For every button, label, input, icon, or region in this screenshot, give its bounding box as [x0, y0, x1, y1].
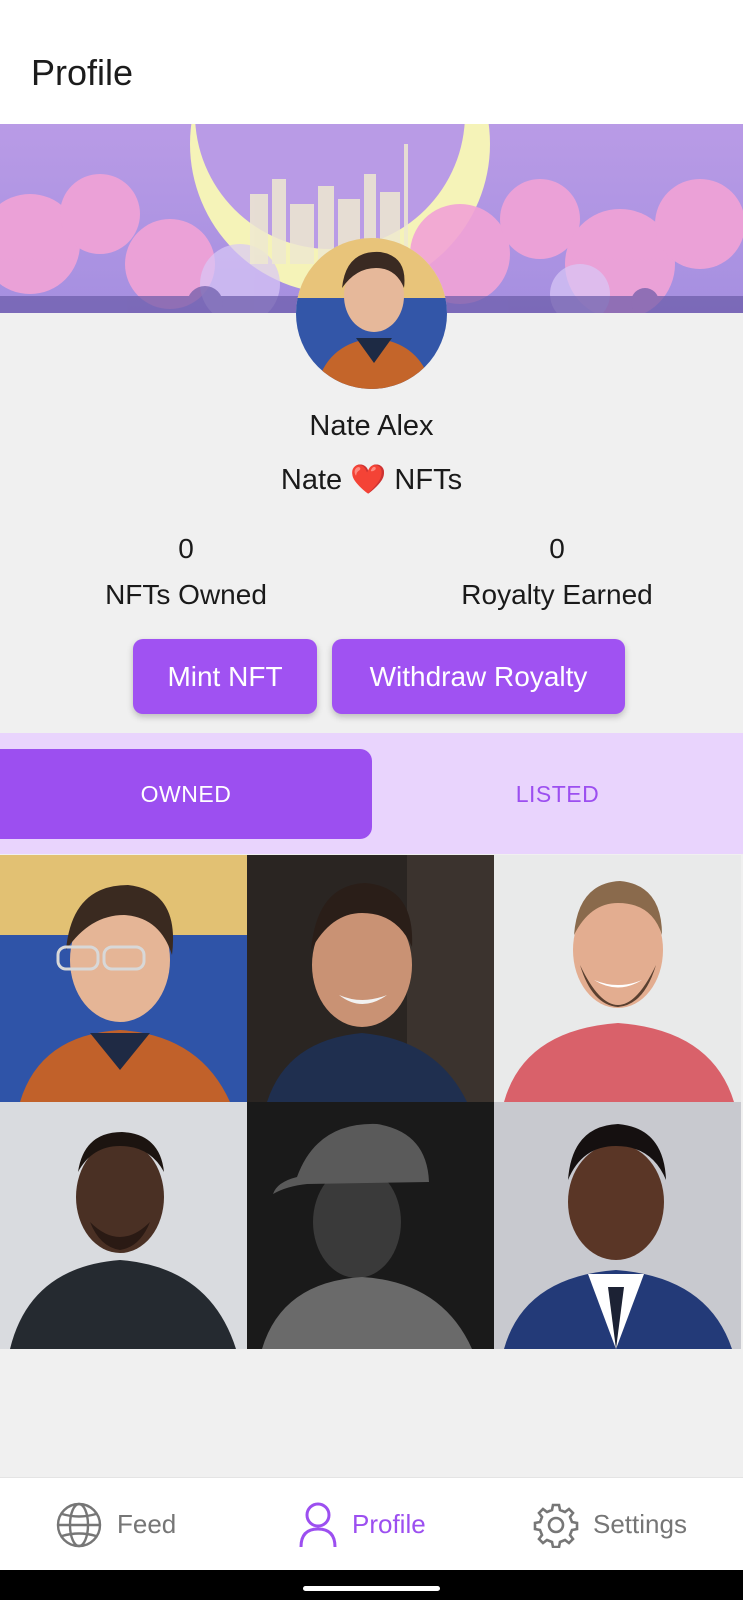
withdraw-royalty-button[interactable]: Withdraw Royalty — [332, 639, 625, 714]
profile-bio: Nate ❤️ NFTs — [0, 463, 743, 497]
page-title: Profile — [31, 52, 134, 93]
nft-grid-item[interactable] — [0, 855, 247, 1102]
bio-text-prefix: Nate — [280, 464, 343, 496]
system-navigation-bar — [0, 1570, 743, 1600]
stat-label: Royalty Earned — [461, 579, 653, 610]
nft-grid-item[interactable] — [494, 1102, 741, 1349]
mint-nft-button[interactable]: Mint NFT — [133, 639, 317, 714]
nav-label: Feed — [117, 1509, 177, 1539]
nft-grid-item[interactable] — [0, 1102, 247, 1349]
nav-label: Profile — [352, 1509, 426, 1539]
app-bar: Profile — [0, 0, 743, 124]
heart-icon: ❤️ — [350, 464, 387, 496]
nft-grid — [0, 855, 743, 1349]
person-icon — [299, 1502, 337, 1547]
nav-item-settings[interactable]: Settings — [533, 1478, 687, 1571]
stat-label: NFTs Owned — [105, 579, 267, 610]
gear-icon — [533, 1503, 579, 1548]
nft-tabs: OWNED LISTED — [0, 733, 743, 854]
bio-text-suffix: NFTs — [394, 464, 463, 496]
tab-owned[interactable]: OWNED — [0, 749, 372, 839]
nft-grid-item[interactable] — [494, 855, 741, 1102]
tab-listed[interactable]: LISTED — [372, 749, 743, 839]
bottom-navigation: Feed Profile Settings — [0, 1477, 743, 1570]
nft-grid-item[interactable] — [247, 855, 494, 1102]
profile-avatar — [296, 238, 447, 389]
nav-item-feed[interactable]: Feed — [55, 1478, 176, 1571]
globe-icon — [56, 1502, 102, 1547]
stat-value: 0 — [549, 533, 565, 564]
home-indicator[interactable] — [303, 1586, 440, 1591]
nav-label: Settings — [593, 1509, 687, 1539]
stat-value: 0 — [178, 533, 194, 564]
stat-nfts-owned: 0 NFTs Owned — [26, 533, 346, 611]
stat-royalty-earned: 0 Royalty Earned — [397, 533, 717, 611]
nft-grid-item[interactable] — [247, 1102, 494, 1349]
nav-item-profile[interactable]: Profile — [298, 1478, 426, 1571]
profile-name: Nate Alex — [309, 410, 434, 442]
